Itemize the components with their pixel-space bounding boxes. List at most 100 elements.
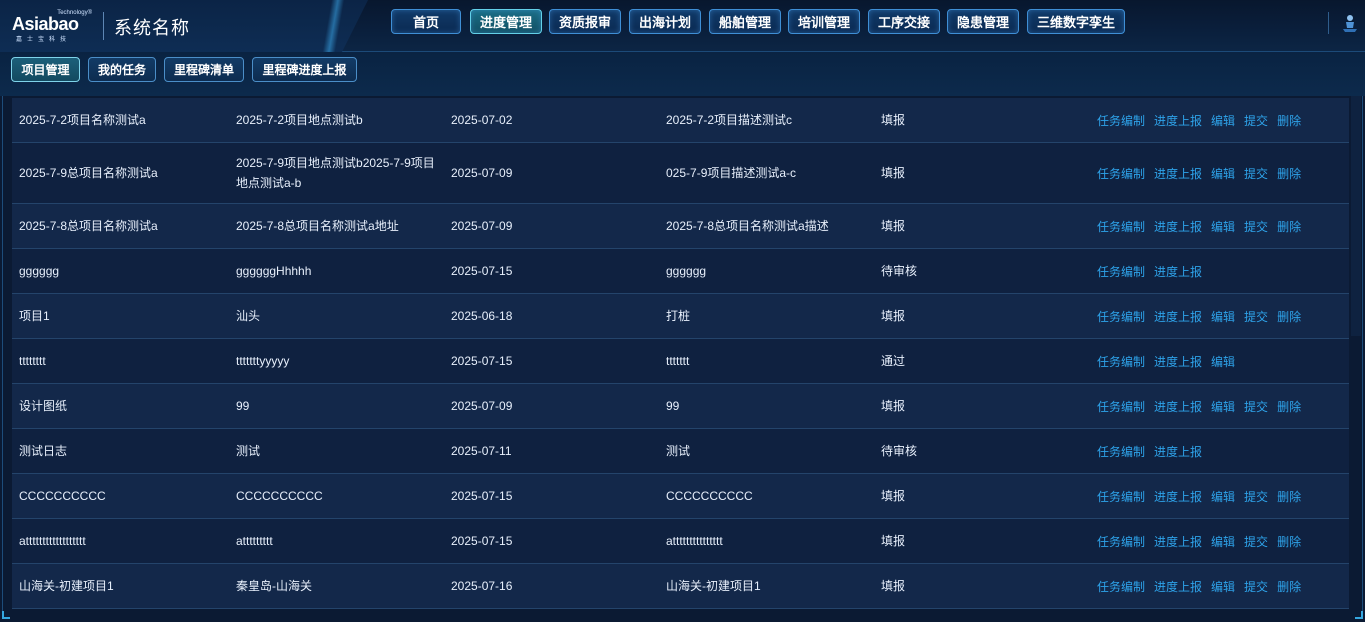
project-location-cell: 2025-7-8总项目名称测试a地址 — [236, 219, 399, 233]
table-row: 山海关-初建项目1 秦皇岛-山海关 2025-07-16 山海关-初建项目1 填报 任务编… — [12, 564, 1349, 609]
edit-link[interactable]: 编辑 — [1211, 307, 1235, 327]
task-edit-link[interactable]: 任务编制 — [1097, 307, 1145, 327]
status-cell: 填报 — [881, 309, 906, 323]
project-description-cell: 99 — [666, 399, 680, 413]
nav-home[interactable]: 首页 — [391, 9, 461, 34]
task-edit-link[interactable]: 任务编制 — [1097, 532, 1145, 552]
task-edit-link[interactable]: 任务编制 — [1097, 217, 1145, 237]
submit-link[interactable]: 提交 — [1244, 577, 1268, 597]
delete-link[interactable]: 删除 — [1277, 111, 1301, 131]
project-location-cell: CCCCCCCCCC — [236, 489, 323, 503]
submit-link[interactable]: 提交 — [1244, 532, 1268, 552]
project-name-cell: 测试日志 — [19, 444, 68, 458]
project-location-cell: 秦皇岛-山海关 — [236, 579, 312, 593]
table-row: CCCCCCCCCC CCCCCCCCCC 2025-07-15 CCCCCCCCCC… — [12, 474, 1349, 519]
submit-link[interactable]: 提交 — [1244, 111, 1268, 131]
progress-report-link[interactable]: 进度上报 — [1154, 487, 1202, 507]
submit-link[interactable]: 提交 — [1244, 164, 1268, 184]
row-actions: 任务编制 进度上报 编辑 提交 删除 — [1097, 143, 1337, 203]
delete-link[interactable]: 删除 — [1277, 217, 1301, 237]
progress-report-link[interactable]: 进度上报 — [1154, 352, 1202, 372]
delete-link[interactable]: 删除 — [1277, 577, 1301, 597]
brand-plate-glow — [300, 0, 370, 52]
frame-corner-right — [1355, 611, 1363, 619]
edit-link[interactable]: 编辑 — [1211, 577, 1235, 597]
nav-ship-management[interactable]: 船舶管理 — [709, 9, 781, 34]
status-cell: 填报 — [881, 399, 906, 413]
progress-report-link[interactable]: 进度上报 — [1154, 262, 1202, 282]
edit-link[interactable]: 编辑 — [1211, 532, 1235, 552]
nav-qualification-review[interactable]: 资质报审 — [549, 9, 621, 34]
scrollbar[interactable] — [1351, 96, 1361, 336]
status-cell: 通过 — [881, 354, 906, 368]
edit-link[interactable]: 编辑 — [1211, 164, 1235, 184]
project-name-cell: 设计图纸 — [19, 399, 68, 413]
project-description-cell: 2025-7-2项目描述测试c — [666, 113, 793, 127]
project-name-cell: 项目1 — [19, 309, 50, 323]
table-row: 项目1 汕头 2025-06-18 打桩 填报 任务编制 进度上报 编辑 提交 删除 — [12, 294, 1349, 339]
edit-link[interactable]: 编辑 — [1211, 217, 1235, 237]
project-date-cell: 2025-07-09 — [451, 219, 513, 233]
task-edit-link[interactable]: 任务编制 — [1097, 111, 1145, 131]
project-location-cell: attttttttt — [236, 534, 273, 548]
table-row: 测试日志 测试 2025-07-11 测试 待审核 任务编制 进度上报 — [12, 429, 1349, 474]
company-logo: Technology® Asiabao 嘉士宝科技 — [12, 10, 92, 43]
edit-link[interactable]: 编辑 — [1211, 111, 1235, 131]
delete-link[interactable]: 删除 — [1277, 164, 1301, 184]
user-figure-icon[interactable] — [1339, 12, 1361, 34]
row-actions: 任务编制 进度上报 编辑 — [1097, 339, 1337, 383]
delete-link[interactable]: 删除 — [1277, 532, 1301, 552]
progress-report-link[interactable]: 进度上报 — [1154, 111, 1202, 131]
project-description-cell: 测试 — [666, 444, 691, 458]
nav-sea-plan[interactable]: 出海计划 — [629, 9, 701, 34]
tab-project-management[interactable]: 项目管理 — [11, 57, 80, 82]
progress-report-link[interactable]: 进度上报 — [1154, 577, 1202, 597]
delete-link[interactable]: 删除 — [1277, 307, 1301, 327]
submit-link[interactable]: 提交 — [1244, 397, 1268, 417]
project-description-cell: 山海关-初建项目1 — [666, 579, 761, 593]
delete-link[interactable]: 删除 — [1277, 397, 1301, 417]
frame-edge-right — [1362, 96, 1363, 618]
task-edit-link[interactable]: 任务编制 — [1097, 487, 1145, 507]
task-edit-link[interactable]: 任务编制 — [1097, 397, 1145, 417]
progress-report-link[interactable]: 进度上报 — [1154, 442, 1202, 462]
nav-hazard-management[interactable]: 隐患管理 — [947, 9, 1019, 34]
edit-link[interactable]: 编辑 — [1211, 352, 1235, 372]
progress-report-link[interactable]: 进度上报 — [1154, 164, 1202, 184]
task-edit-link[interactable]: 任务编制 — [1097, 577, 1145, 597]
status-cell: 填报 — [881, 489, 906, 503]
progress-report-link[interactable]: 进度上报 — [1154, 217, 1202, 237]
edit-link[interactable]: 编辑 — [1211, 487, 1235, 507]
project-location-cell: 99 — [236, 399, 250, 413]
project-description-cell: 025-7-9项目描述测试a-c — [666, 166, 797, 180]
task-edit-link[interactable]: 任务编制 — [1097, 164, 1145, 184]
edit-link[interactable]: 编辑 — [1211, 397, 1235, 417]
nav-digital-twin[interactable]: 三维数字孪生 — [1027, 9, 1125, 34]
table-row: tttttttt tttttttyyyyy 2025-07-15 ttttttt 通过 任… — [12, 339, 1349, 384]
nav-progress-management[interactable]: 进度管理 — [470, 9, 542, 34]
progress-report-link[interactable]: 进度上报 — [1154, 532, 1202, 552]
project-description-cell: ttttttt — [666, 354, 690, 368]
task-edit-link[interactable]: 任务编制 — [1097, 442, 1145, 462]
progress-report-link[interactable]: 进度上报 — [1154, 307, 1202, 327]
task-edit-link[interactable]: 任务编制 — [1097, 262, 1145, 282]
row-actions: 任务编制 进度上报 — [1097, 429, 1337, 473]
tab-milestone-list[interactable]: 里程碑清单 — [164, 57, 244, 82]
nav-process-handover[interactable]: 工序交接 — [868, 9, 940, 34]
table-row: atttttttttttttttttt attttttttt 2025-07-15 a… — [12, 519, 1349, 564]
submit-link[interactable]: 提交 — [1244, 217, 1268, 237]
project-name-cell: 山海关-初建项目1 — [19, 579, 114, 593]
status-cell: 待审核 — [881, 264, 918, 278]
task-edit-link[interactable]: 任务编制 — [1097, 352, 1145, 372]
project-name-cell: 2025-7-2项目名称测试a — [19, 113, 146, 127]
tab-my-tasks[interactable]: 我的任务 — [88, 57, 156, 82]
progress-report-link[interactable]: 进度上报 — [1154, 397, 1202, 417]
delete-link[interactable]: 删除 — [1277, 487, 1301, 507]
row-actions: 任务编制 进度上报 编辑 提交 删除 — [1097, 384, 1337, 428]
submit-link[interactable]: 提交 — [1244, 487, 1268, 507]
header-divider — [1328, 12, 1329, 34]
tab-milestone-progress-report[interactable]: 里程碑进度上报 — [252, 57, 357, 82]
nav-training-management[interactable]: 培训管理 — [788, 9, 860, 34]
submit-link[interactable]: 提交 — [1244, 307, 1268, 327]
project-name-cell: atttttttttttttttttt — [19, 534, 86, 548]
